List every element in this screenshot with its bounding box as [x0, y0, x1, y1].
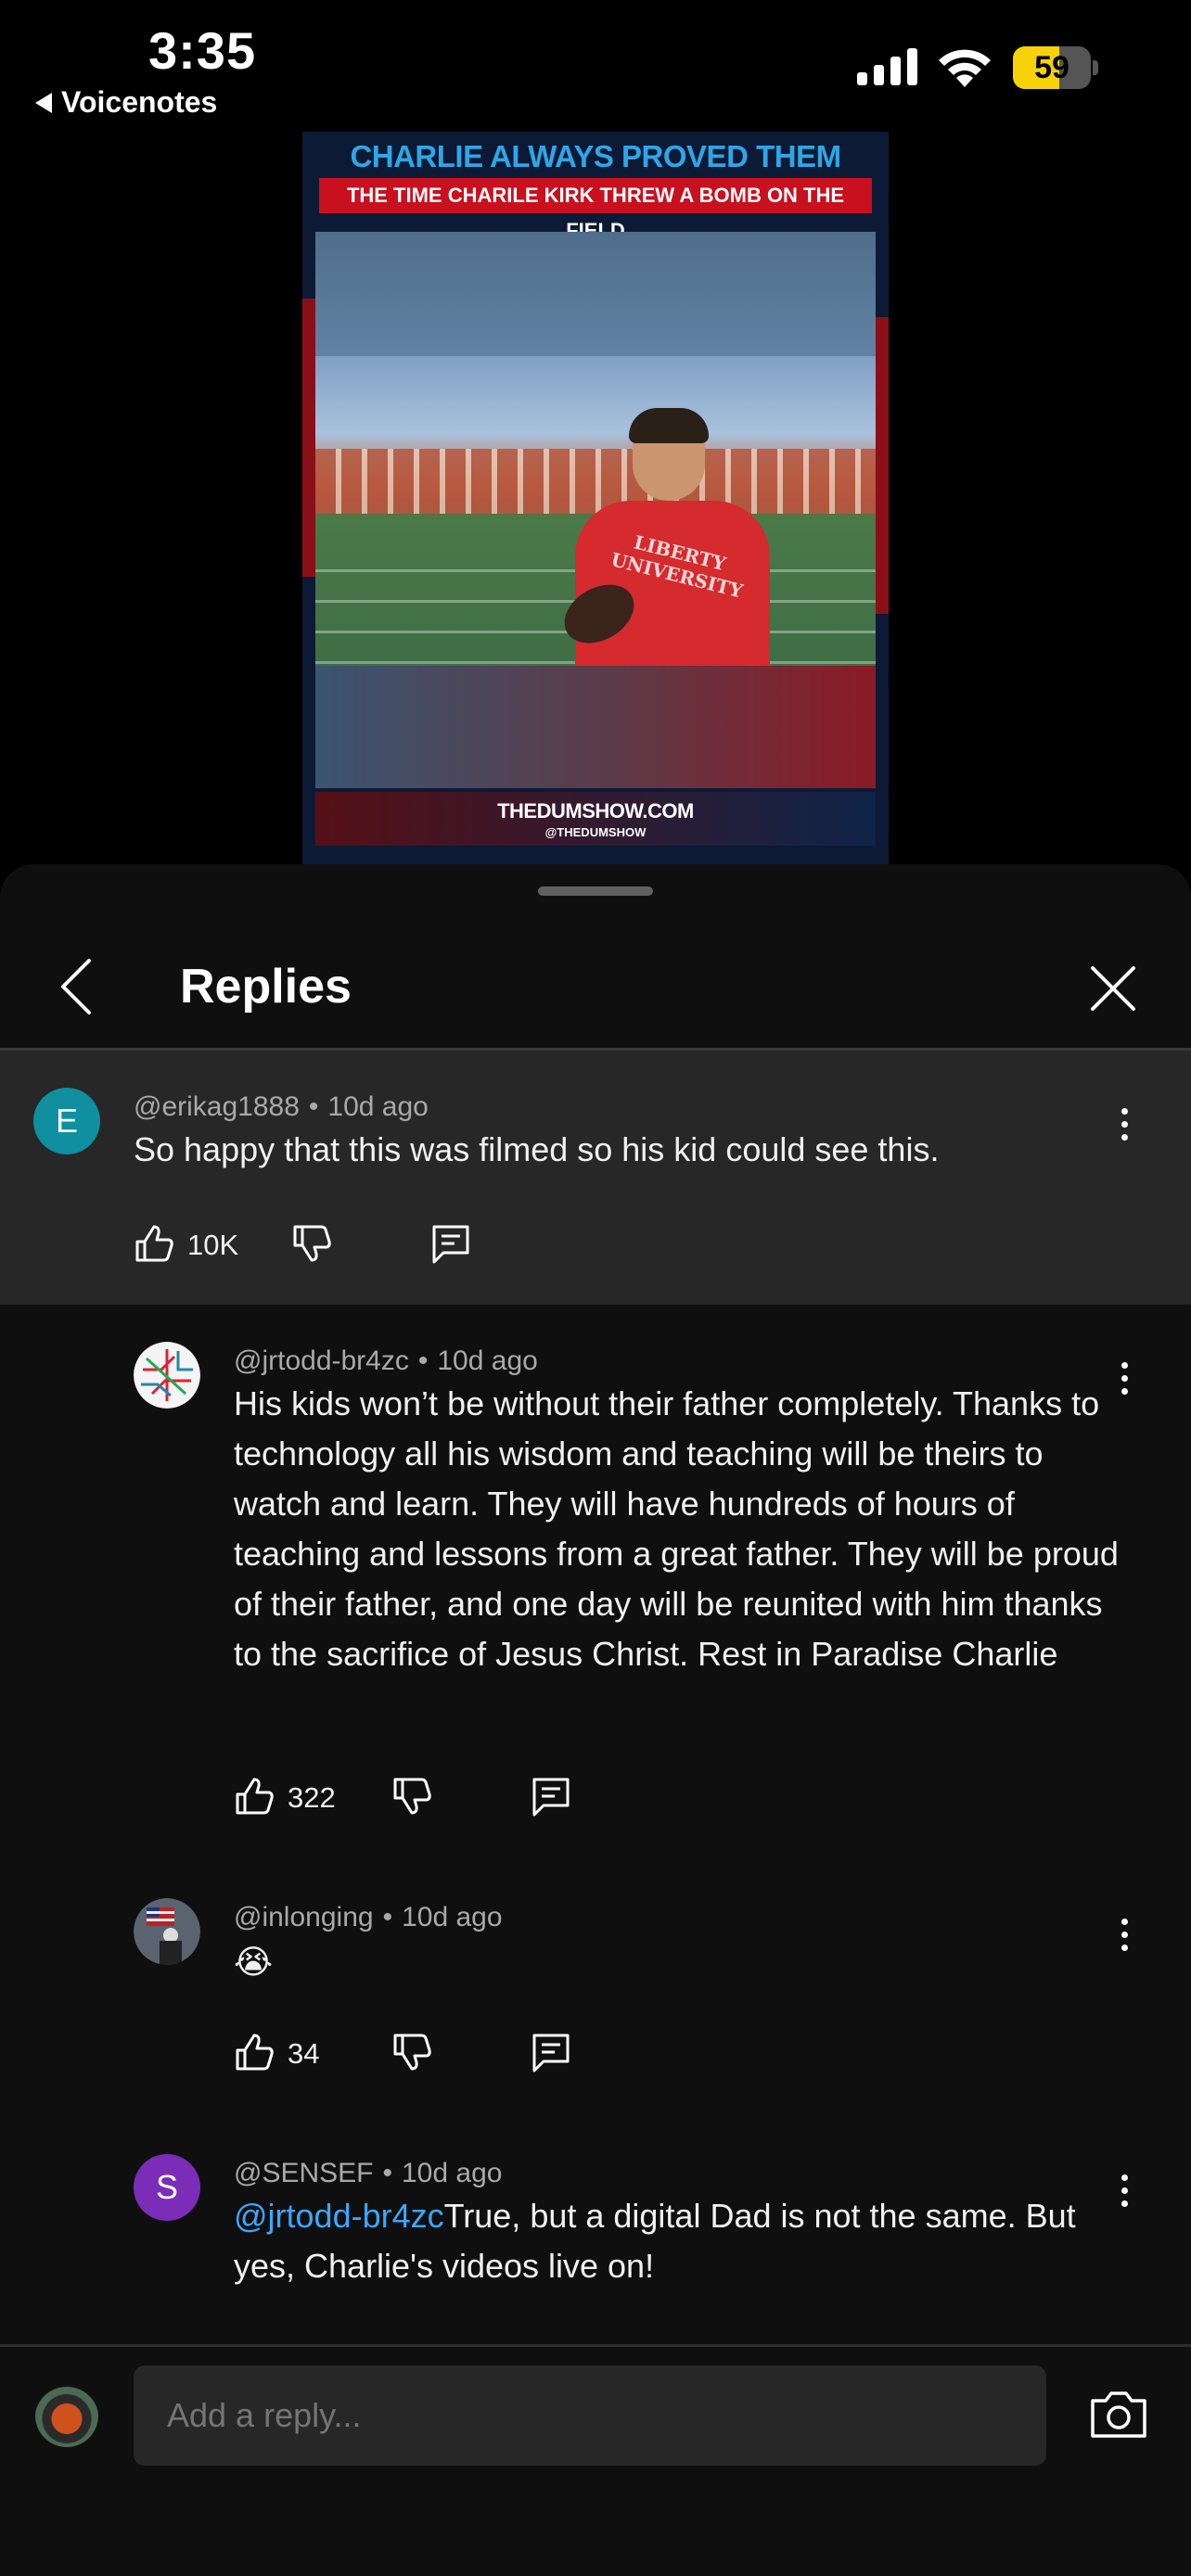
- comment-author[interactable]: @erikag1888: [134, 1091, 300, 1122]
- reply-item: @inlonging • 10d ago 😭 34: [0, 1861, 1191, 2117]
- comment-text: 😭: [234, 1943, 274, 1981]
- like-button[interactable]: 322: [234, 1768, 354, 1824]
- comment-author[interactable]: @jrtodd-br4zc: [234, 1345, 409, 1376]
- comment-age: 10d ago: [437, 1345, 538, 1376]
- chevron-left-icon[interactable]: [56, 957, 98, 1016]
- thumbs-up-icon: [236, 1778, 274, 1815]
- thumbs-down-icon: [393, 1778, 431, 1815]
- current-user-avatar[interactable]: [35, 2384, 98, 2447]
- thumbs-down-icon: [293, 1225, 331, 1262]
- reply-button[interactable]: [531, 1768, 577, 1824]
- comment-meta: @erikag1888 • 10d ago: [134, 1091, 429, 1122]
- like-count: 10K: [187, 1229, 239, 1261]
- avatar[interactable]: E: [33, 1088, 100, 1154]
- comment-meta: @SENSEF • 10d ago: [234, 2158, 503, 2188]
- comment-actions: 322: [234, 1768, 698, 1824]
- replies-sheet: Replies E @erikag1888 • 10d ago So happy t…: [0, 864, 1191, 2576]
- reply-comment-icon: [432, 1225, 469, 1264]
- reply-bar: [0, 2344, 1191, 2576]
- reply-item: @jrtodd-br4zc • 10d ago His kids won’t be …: [0, 1305, 1191, 1861]
- wifi-icon: [939, 49, 991, 87]
- dislike-button[interactable]: [291, 1216, 338, 1271]
- person-figure: LIBERTY UNIVERSITY: [554, 408, 770, 666]
- video-clip-image: LIBERTY UNIVERSITY: [315, 356, 876, 666]
- back-triangle-icon: [35, 92, 52, 113]
- status-bar: 3:35 Voicenotes 59: [0, 0, 1191, 130]
- parent-comment: E @erikag1888 • 10d ago So happy that this…: [0, 1051, 1191, 1305]
- reply-button[interactable]: [531, 2024, 577, 2080]
- comment-text: So happy that this was filmed so his kid…: [134, 1130, 940, 1168]
- camera-icon[interactable]: [1089, 2388, 1148, 2440]
- video-frame: LIBERTY UNIVERSITY: [315, 232, 876, 788]
- dislike-button[interactable]: [391, 1768, 438, 1824]
- like-button[interactable]: 10K: [134, 1216, 254, 1271]
- comment-actions: 34: [234, 2024, 698, 2080]
- comment-age: 10d ago: [327, 1091, 429, 1122]
- like-button[interactable]: 34: [234, 2024, 354, 2080]
- watermark-site: THEDUMSHOW.COM: [497, 799, 694, 823]
- flag-photo-avatar[interactable]: [134, 1898, 200, 1965]
- thumbs-up-icon: [135, 1225, 173, 1262]
- comment-meta: @jrtodd-br4zc • 10d ago: [234, 1345, 538, 1376]
- comment-meta: @inlonging • 10d ago: [234, 1902, 503, 1932]
- comment-text: @jrtodd-br4zcTrue, but a digital Dad is …: [234, 2191, 1124, 2291]
- comment-author[interactable]: @SENSEF: [234, 2158, 373, 2188]
- sheet-header: Replies: [0, 898, 1191, 1048]
- reply-item: S @SENSEF • 10d ago @jrtodd-br4zcTrue, but…: [0, 2117, 1191, 2388]
- thumbs-down-icon: [393, 2034, 431, 2071]
- comment-age: 10d ago: [402, 2158, 503, 2188]
- close-icon[interactable]: [1087, 963, 1139, 1014]
- thumbs-up-icon: [236, 2034, 274, 2071]
- reply-button[interactable]: [430, 1216, 477, 1271]
- like-count: 322: [288, 1781, 336, 1814]
- dislike-button[interactable]: [391, 2024, 438, 2080]
- cellular-signal-icon: [857, 48, 917, 85]
- back-to-app-link[interactable]: Voicenotes: [35, 85, 217, 120]
- comment-actions: 10K: [134, 1216, 597, 1271]
- watermark-handle: @THEDUMSHOW: [544, 825, 647, 839]
- avatar[interactable]: S: [134, 2154, 200, 2221]
- comment-text: His kids won’t be without their father c…: [234, 1384, 1119, 1673]
- reply-input[interactable]: [134, 2366, 1046, 2466]
- video-subheadline: THE TIME CHARILE KIRK THREW A BOMB ON TH…: [319, 178, 872, 242]
- subway-map-avatar[interactable]: [134, 1342, 200, 1409]
- video-watermark: THEDUMSHOW.COM @THEDUMSHOW: [315, 792, 876, 846]
- video-player[interactable]: CHARLIE ALWAYS PROVED THEM WRONG THE TIM…: [302, 132, 889, 864]
- mention-link[interactable]: @jrtodd-br4zc: [234, 2197, 444, 2235]
- back-app-label: Voicenotes: [61, 85, 218, 119]
- reply-comment-icon: [532, 2034, 570, 2072]
- comment-age: 10d ago: [402, 1902, 503, 1932]
- like-count: 34: [288, 2037, 320, 2070]
- sheet-title: Replies: [180, 960, 352, 1014]
- status-time: 3:35: [148, 21, 257, 80]
- reply-comment-icon: [532, 1778, 570, 1817]
- battery-indicator: 59: [1013, 46, 1098, 89]
- battery-percent: 59: [1034, 50, 1069, 85]
- sheet-drag-handle[interactable]: [538, 886, 653, 896]
- comment-author[interactable]: @inlonging: [234, 1902, 374, 1932]
